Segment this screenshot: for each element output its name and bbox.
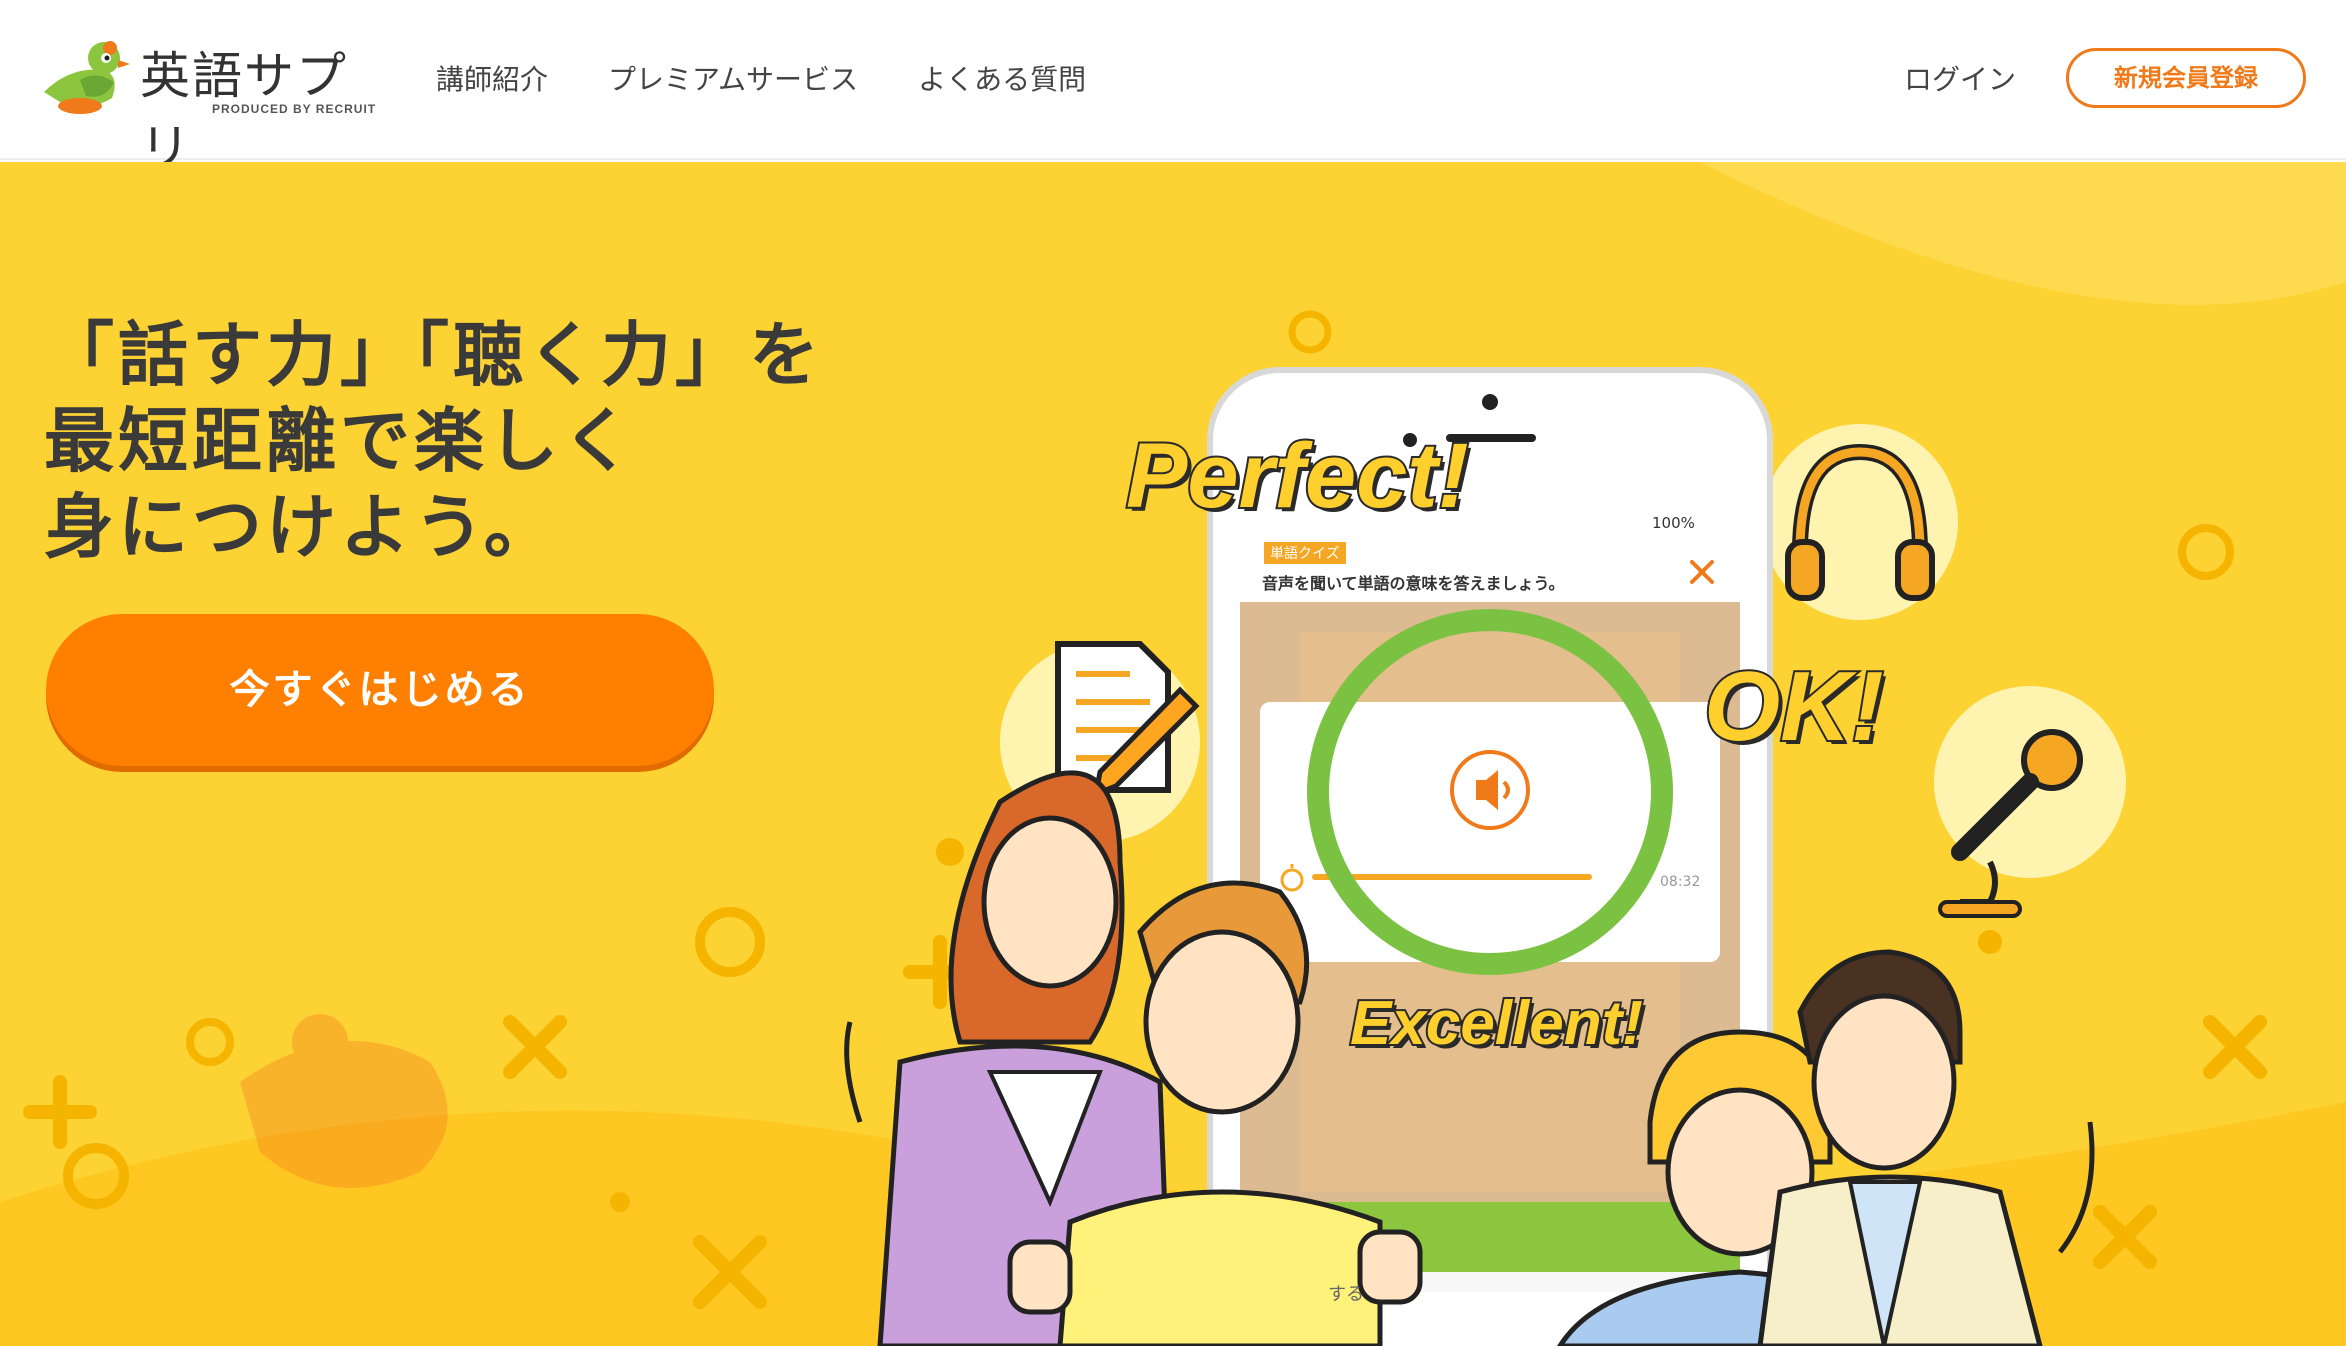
bird-logo-icon bbox=[44, 41, 130, 114]
login-link[interactable]: ログイン bbox=[1904, 56, 2016, 104]
register-button[interactable]: 新規会員登録 bbox=[2066, 48, 2306, 108]
site-header: 英語サプリ PRODUCED BY RECRUIT 講師紹介 プレミアムサービス… bbox=[0, 0, 2346, 177]
nav-item-faq[interactable]: よくある質問 bbox=[918, 56, 1086, 104]
excellent-text: Excellent! bbox=[1348, 987, 1645, 1060]
hero-illustration bbox=[844, 367, 2126, 1346]
nav-item-premium[interactable]: プレミアムサービス bbox=[608, 56, 858, 104]
logo-subtext: PRODUCED BY RECRUIT bbox=[212, 102, 377, 116]
quiz-badge: 単語クイズ bbox=[1264, 542, 1346, 564]
quiz-prompt: 音声を聞いて単語の意味を答えましょう。 bbox=[1262, 574, 1565, 593]
ok-text: OK! bbox=[1702, 649, 1886, 763]
logo[interactable]: 英語サプリ PRODUCED BY RECRUIT bbox=[40, 30, 380, 177]
headphones-icon bbox=[1762, 424, 1958, 620]
microphone-icon bbox=[1934, 686, 2126, 918]
phone-battery: 100% bbox=[1652, 514, 1695, 532]
hero-section: 「話す力」「聴く力」を 最短距離で楽しく 身につけよう。 今すぐはじめる 100… bbox=[0, 162, 2346, 1346]
speaker-icon bbox=[1450, 750, 1530, 830]
timer: 08:32 bbox=[1660, 874, 1701, 890]
nav-item-teachers[interactable]: 講師紹介 bbox=[436, 56, 548, 104]
phone-bottom-text: する bbox=[1328, 1284, 1364, 1305]
perfect-text: Perfect! bbox=[1124, 423, 1471, 529]
main-nav: 講師紹介 プレミアムサービス よくある質問 bbox=[436, 56, 1086, 104]
